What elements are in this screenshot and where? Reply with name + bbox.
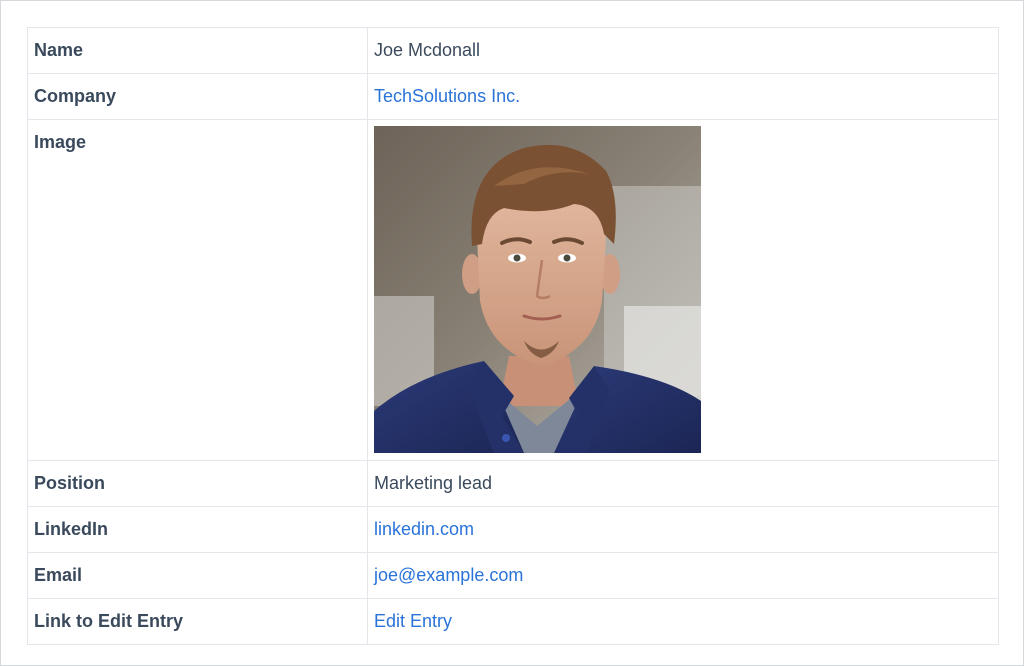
email-cell: joe@example.com: [367, 552, 999, 599]
table-row-linkedin: LinkedIn linkedin.com: [27, 506, 999, 553]
profile-photo: [374, 126, 701, 453]
entry-details-table: Name Joe Mcdonall Company TechSolutions …: [27, 27, 999, 645]
image-label: Image: [27, 119, 368, 461]
table-row-edit-entry: Link to Edit Entry Edit Entry: [27, 598, 999, 645]
email-link[interactable]: joe@example.com: [374, 565, 523, 585]
edit-entry-link[interactable]: Edit Entry: [374, 611, 452, 631]
linkedin-link[interactable]: linkedin.com: [374, 519, 474, 539]
table-row-name: Name Joe Mcdonall: [27, 27, 999, 74]
table-row-company: Company TechSolutions Inc.: [27, 73, 999, 120]
table-row-email: Email joe@example.com: [27, 552, 999, 599]
linkedin-cell: linkedin.com: [367, 506, 999, 553]
image-cell: [367, 119, 999, 461]
edit-entry-label: Link to Edit Entry: [27, 598, 368, 645]
linkedin-label: LinkedIn: [27, 506, 368, 553]
entry-card: Name Joe Mcdonall Company TechSolutions …: [0, 0, 1024, 666]
table-row-position: Position Marketing lead: [27, 460, 999, 507]
table-row-image: Image: [27, 119, 999, 461]
name-label: Name: [27, 27, 368, 74]
company-cell: TechSolutions Inc.: [367, 73, 999, 120]
position-value: Marketing lead: [367, 460, 999, 507]
company-link[interactable]: TechSolutions Inc.: [374, 86, 520, 106]
email-label: Email: [27, 552, 368, 599]
edit-entry-cell: Edit Entry: [367, 598, 999, 645]
position-label: Position: [27, 460, 368, 507]
name-value: Joe Mcdonall: [367, 27, 999, 74]
company-label: Company: [27, 73, 368, 120]
